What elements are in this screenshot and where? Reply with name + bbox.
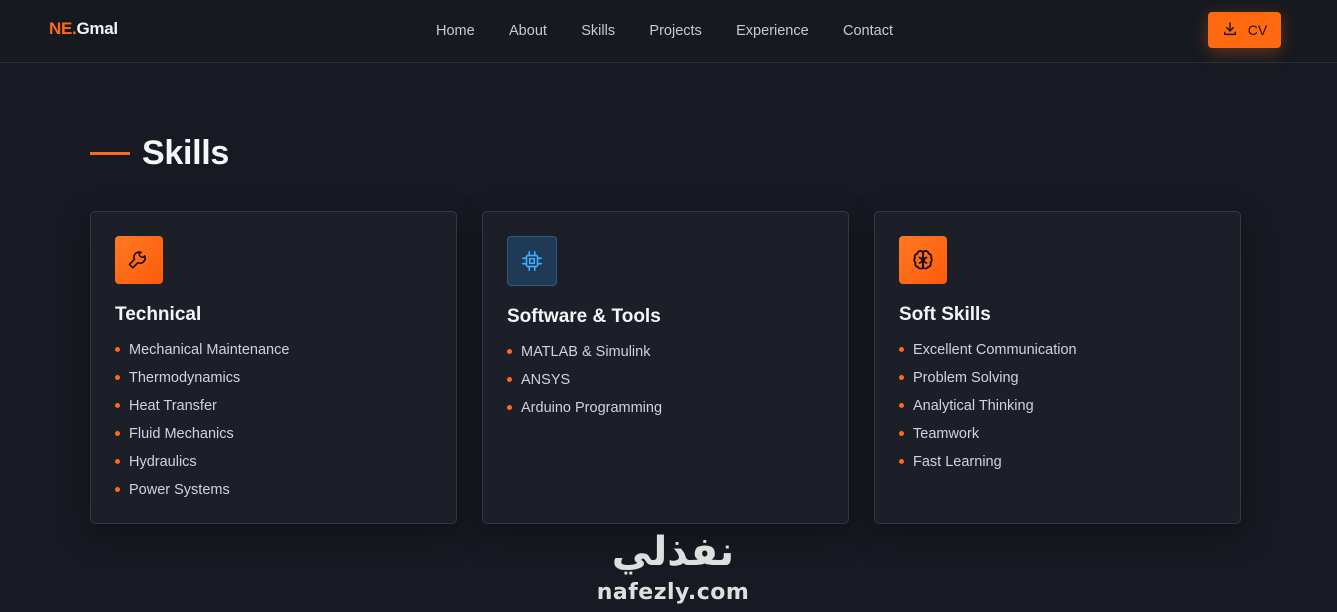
nav-contact[interactable]: Contact xyxy=(843,19,893,43)
list-item: Fluid Mechanics xyxy=(115,424,289,452)
portfolio-page: NE.Gmal Home About Skills Projects Exper… xyxy=(0,0,1337,612)
brain-icon xyxy=(899,236,947,284)
cpu-chip-icon xyxy=(507,236,557,286)
watermark-latin: nafezly.com xyxy=(596,580,750,605)
skill-list: MATLAB & Simulink ANSYS Arduino Programm… xyxy=(507,342,662,426)
list-item: Hydraulics xyxy=(115,452,289,480)
skill-list: Excellent Communication Problem Solving … xyxy=(899,340,1077,480)
list-item: Power Systems xyxy=(115,480,289,508)
skill-card-technical: Technical Mechanical Maintenance Thermod… xyxy=(90,211,457,524)
list-item: Thermodynamics xyxy=(115,368,289,396)
skill-card-soft-skills: Soft Skills Excellent Communication Prob… xyxy=(874,211,1241,524)
list-item: Fast Learning xyxy=(899,452,1077,480)
list-item: Mechanical Maintenance xyxy=(115,340,289,368)
logo-accent: NE. xyxy=(49,19,77,38)
list-item: Analytical Thinking xyxy=(899,396,1077,424)
main-nav: Home About Skills Projects Experience Co… xyxy=(420,0,910,62)
card-title: Software & Tools xyxy=(507,306,661,327)
wrench-icon xyxy=(115,236,163,284)
card-title: Soft Skills xyxy=(899,304,991,325)
nav-experience[interactable]: Experience xyxy=(736,19,809,43)
nav-home[interactable]: Home xyxy=(436,19,475,43)
skill-list: Mechanical Maintenance Thermodynamics He… xyxy=(115,340,289,508)
nav-projects[interactable]: Projects xyxy=(649,19,701,43)
card-title: Technical xyxy=(115,304,202,325)
list-item: MATLAB & Simulink xyxy=(507,342,662,370)
site-logo[interactable]: NE.Gmal xyxy=(49,19,118,39)
skill-card-software: Software & Tools MATLAB & Simulink ANSYS… xyxy=(482,211,849,524)
download-cv-button[interactable]: CV xyxy=(1208,12,1281,48)
download-icon xyxy=(1222,21,1238,40)
watermark-arabic: نفذلي xyxy=(611,529,735,575)
nafezly-watermark: نفذلي nafezly.com xyxy=(588,528,758,606)
top-navbar: NE.Gmal Home About Skills Projects Exper… xyxy=(0,0,1337,63)
list-item: Arduino Programming xyxy=(507,398,662,426)
nav-skills[interactable]: Skills xyxy=(581,19,615,43)
list-item: Excellent Communication xyxy=(899,340,1077,368)
cv-button-label: CV xyxy=(1247,22,1268,38)
list-item: Problem Solving xyxy=(899,368,1077,396)
list-item: Teamwork xyxy=(899,424,1077,452)
list-item: ANSYS xyxy=(507,370,662,398)
heading-accent-bar xyxy=(90,151,130,155)
section-title: Skills xyxy=(142,133,230,172)
nav-about[interactable]: About xyxy=(509,19,547,43)
list-item: Heat Transfer xyxy=(115,396,289,424)
logo-text: Gmal xyxy=(76,19,118,38)
skills-heading: Skills xyxy=(90,131,229,175)
